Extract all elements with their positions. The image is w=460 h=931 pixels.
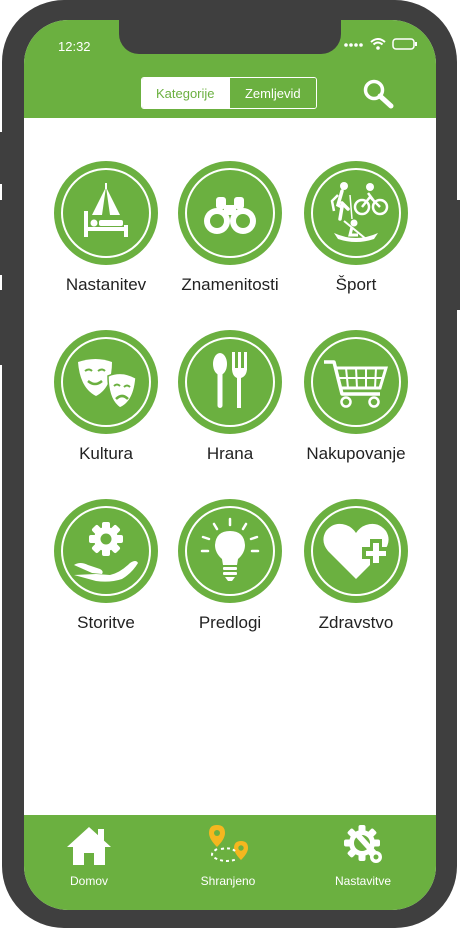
search-button[interactable] [360, 78, 396, 110]
notch [119, 20, 341, 54]
binoculars-icon [204, 197, 256, 234]
lightbulb-icon [200, 517, 260, 581]
status-icons [344, 38, 418, 50]
category-circle [54, 330, 158, 434]
app-header: 12:32 Kategorije Zemljevid [24, 20, 436, 118]
search-icon [363, 79, 394, 109]
heart-plus-icon [323, 523, 390, 579]
spoon-fork-icon [213, 352, 247, 408]
category-nastanitev[interactable]: Nastanitev [41, 161, 171, 295]
wifi-icon [370, 38, 386, 50]
side-button [455, 200, 460, 310]
battery-icon [392, 38, 417, 50]
home-icon [67, 827, 111, 865]
category-circle [178, 330, 282, 434]
category-circle [178, 161, 282, 265]
category-label: Nakupovanje [306, 444, 406, 463]
category-zdravstvo[interactable]: Zdravstvo [291, 499, 421, 633]
category-circle [178, 499, 282, 603]
tab-shranjeno[interactable]: Shranjeno [173, 823, 283, 888]
category-label: Predlogi [198, 613, 262, 632]
tab-zemljevid[interactable]: Zemljevid [228, 78, 316, 108]
category-circle [54, 161, 158, 265]
category-label: Kultura [79, 444, 133, 463]
tab-kategorije[interactable]: Kategorije [142, 78, 229, 108]
saved-route-pins-icon [209, 825, 248, 862]
tab-domov[interactable]: Domov [34, 823, 144, 888]
category-storitve[interactable]: Storitve [41, 499, 171, 633]
category-sport[interactable]: Šport [291, 161, 421, 295]
category-kultura[interactable]: Kultura [41, 330, 171, 464]
category-nakupovanje[interactable]: Nakupovanje [291, 330, 421, 464]
side-button [0, 200, 5, 275]
side-button [0, 132, 5, 184]
tab-label: Shranjeno [200, 874, 256, 888]
category-znamenitosti[interactable]: Znamenitosti [165, 161, 295, 295]
gear-in-hand-icon [74, 522, 138, 582]
category-circle [54, 499, 158, 603]
category-circle [304, 499, 408, 603]
category-hrana[interactable]: Hrana [165, 330, 295, 464]
accommodation-tent-bed-icon [84, 183, 128, 237]
category-label: Znamenitosti [181, 275, 279, 294]
bottom-tab-bar: Domov Shranjeno Nastavitve [24, 815, 436, 910]
hiking-cycling-rafting-icon [330, 182, 389, 242]
category-label: Šport [335, 275, 377, 294]
side-button [0, 290, 5, 365]
view-switch: Kategorije Zemljevid [141, 77, 317, 109]
status-time: 12:32 [58, 39, 91, 54]
signal-icon [344, 43, 363, 47]
category-label: Hrana [206, 444, 254, 463]
theater-masks-icon [78, 359, 137, 409]
category-circle [304, 161, 408, 265]
category-label: Zdravstvo [318, 613, 394, 632]
tab-nastavitve[interactable]: Nastavitve [308, 823, 418, 888]
category-label: Nastanitev [65, 275, 147, 294]
settings-wrench-gear-icon [344, 825, 382, 863]
category-circle [304, 330, 408, 434]
category-predlogi[interactable]: Predlogi [165, 499, 295, 633]
screen: 12:32 Kategorije Zemljevid Nastanitev Zn… [24, 20, 436, 910]
category-label: Storitve [77, 613, 135, 632]
tab-label: Nastavitve [334, 874, 392, 888]
shopping-cart-icon [324, 360, 389, 408]
tab-label: Domov [69, 874, 108, 888]
